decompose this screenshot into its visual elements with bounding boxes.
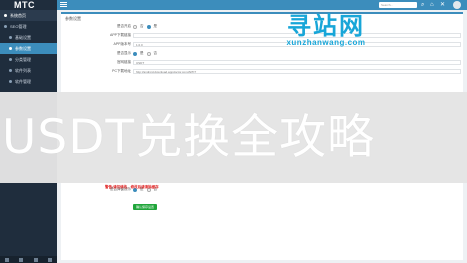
form-row-site-link: 官网链接 USDT — [61, 59, 463, 66]
dot-icon — [9, 47, 12, 50]
sidebar-item-label: 参数设置 — [15, 45, 31, 51]
field-label: 是否开启 — [117, 24, 131, 28]
radio-label: 是 — [140, 51, 144, 55]
sidebar-item-basic[interactable]: 基础设置 — [0, 32, 57, 43]
settings-icon[interactable] — [5, 257, 10, 262]
sidebar-item-seo[interactable]: SEO管理 — [0, 21, 57, 32]
sidebar-item-software-manage[interactable]: 软件管理 — [0, 76, 57, 87]
sidebar-item-params[interactable]: 参数设置 — [0, 43, 57, 54]
sidebar-item-category[interactable]: 分类管理 — [0, 54, 57, 65]
search-icon[interactable]: ⌕ — [421, 1, 424, 9]
radio-icon[interactable] — [133, 24, 137, 29]
enable-radio-group[interactable]: 否是 — [133, 24, 157, 29]
home-icon[interactable]: ⌂ — [430, 1, 434, 9]
lock-icon[interactable] — [33, 257, 38, 262]
site-link-input[interactable]: USDT — [133, 60, 461, 65]
field-label: APP下载链接 — [109, 33, 131, 37]
dot-icon — [9, 80, 12, 83]
radio-checked-icon[interactable] — [146, 24, 151, 29]
watermark-title: 寻站网 — [287, 12, 365, 40]
sidebar-item-label: 系统首页 — [10, 12, 26, 18]
radio-label: 否 — [140, 24, 144, 28]
form-row-app-link: APP下载链接 — [61, 32, 463, 39]
dot-icon — [9, 69, 12, 72]
article-title-banner: USDT兑换全攻略 — [0, 92, 467, 183]
sidebar-footer — [0, 256, 57, 263]
sidebar-item-home[interactable]: 系统首页 — [0, 10, 57, 21]
radio-label: 是 — [153, 24, 158, 28]
field-label: APP版本号 — [113, 42, 131, 46]
sidebar-item-label: 基础设置 — [15, 34, 31, 40]
menu-toggle-icon[interactable] — [60, 2, 67, 8]
user-icon[interactable] — [19, 257, 24, 262]
radio-label: 否 — [153, 51, 158, 55]
logout-icon[interactable] — [47, 257, 52, 262]
sidebar-item-label: SEO管理 — [10, 23, 27, 29]
sidebar-item-label: 软件列表 — [15, 67, 31, 73]
field-label: PC下载地址 — [112, 69, 131, 73]
form-row-app-version: APP版本号 1.0.0 — [61, 41, 463, 48]
avatar[interactable] — [453, 1, 461, 9]
dot-icon — [4, 25, 7, 28]
close-icon[interactable]: ✕ — [440, 1, 445, 9]
watermark-url: xunzhanwang.com — [286, 38, 366, 47]
banner-title: USDT兑换全攻略 — [2, 109, 376, 165]
warning-text: 警告:请勿修改，修改后请清除缓存 — [105, 185, 159, 189]
sidebar-item-label: 软件管理 — [15, 78, 31, 84]
search-input[interactable]: Search... — [379, 2, 417, 8]
sidebar-item-label: 分类管理 — [15, 56, 31, 62]
dot-icon — [9, 58, 12, 61]
pc-download-input[interactable]: http://android.download.appdoctor.com/AP… — [133, 69, 461, 74]
sidebar-item-software-list[interactable]: 软件列表 — [0, 65, 57, 76]
form-row-enable: 是否开启 否是 — [61, 23, 463, 30]
radio-icon[interactable] — [146, 51, 151, 56]
display-radio-group[interactable]: 是否 — [133, 51, 157, 56]
dot-icon — [9, 36, 12, 39]
watermark: 寻站网 xunzhanwang.com — [266, 14, 386, 47]
radio-checked-icon[interactable] — [133, 51, 137, 56]
panel-title: 参数设置 — [65, 16, 81, 21]
field-label: 官网链接 — [117, 60, 131, 64]
app-logo: MTC — [14, 0, 35, 10]
form-row-pc-download: PC下载地址 http://android.download.appdoctor… — [61, 68, 463, 75]
field-label: 是否显示 — [117, 51, 131, 55]
save-button[interactable]: 确认保存设置 — [133, 204, 157, 210]
dot-icon — [4, 14, 7, 17]
form-row-display: 是否显示 是否 — [61, 50, 463, 57]
